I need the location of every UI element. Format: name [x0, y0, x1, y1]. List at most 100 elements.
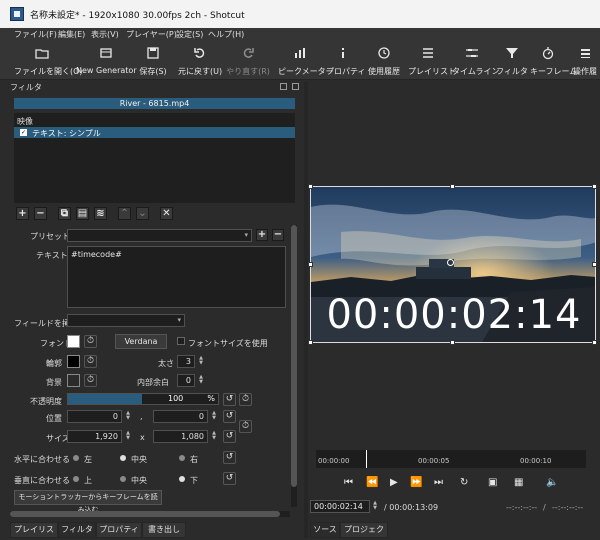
- zoom-icon[interactable]: ▣: [488, 477, 497, 488]
- tab-properties[interactable]: プロパティ: [96, 522, 142, 538]
- geometry-handle[interactable]: [308, 340, 313, 345]
- menu-player[interactable]: プレイヤー(P): [126, 29, 177, 40]
- geometry-handle[interactable]: [308, 262, 313, 267]
- undo-button[interactable]: 元に戻す(U): [178, 46, 222, 78]
- size-width-stepper-icon[interactable]: ▲ ▼: [124, 431, 132, 441]
- text-input[interactable]: #timecode#: [67, 246, 286, 308]
- grid-icon[interactable]: ▦: [514, 477, 523, 488]
- properties-button[interactable]: プロパティ: [326, 46, 366, 78]
- position-x-spinbox[interactable]: 0: [67, 410, 122, 423]
- outline-color-swatch[interactable]: [67, 355, 80, 368]
- move-up-button[interactable]: ⌃: [118, 207, 131, 220]
- use-font-size-checkbox[interactable]: [177, 337, 185, 345]
- size-height-stepper-icon[interactable]: ▲ ▼: [210, 431, 218, 441]
- valign-middle-radio[interactable]: [120, 476, 126, 482]
- keyframes-button[interactable]: キーフレーム: [530, 46, 577, 78]
- size-height-spinbox[interactable]: 1,080: [153, 430, 208, 443]
- save-button[interactable]: 保存(S): [138, 46, 168, 78]
- filter-horizontal-scrollbar[interactable]: [10, 511, 290, 517]
- opacity-reset-icon[interactable]: ↺: [223, 393, 236, 406]
- close-icon[interactable]: [292, 83, 299, 90]
- add-filter-button[interactable]: +: [16, 207, 29, 220]
- loop-icon[interactable]: ↻: [460, 477, 468, 488]
- opacity-slider[interactable]: 100 %: [67, 393, 219, 405]
- redo-button[interactable]: やり直す(R): [226, 46, 270, 78]
- halign-reset-icon[interactable]: ↺: [223, 451, 236, 464]
- geometry-handle[interactable]: [450, 340, 455, 345]
- halign-right-radio[interactable]: [179, 455, 185, 461]
- save-filter-set-button[interactable]: ≋: [94, 207, 107, 220]
- geometry-center-handle[interactable]: [447, 259, 454, 266]
- deselect-filter-button[interactable]: ✕: [160, 207, 173, 220]
- load-tracker-keyframes-button[interactable]: モーショントラッカーからキーフレームを読み込む: [14, 490, 162, 514]
- fast-forward-icon[interactable]: ⏩: [410, 477, 422, 488]
- menu-file[interactable]: ファイル(F): [14, 29, 57, 40]
- thickness-spinbox[interactable]: 3: [177, 355, 195, 368]
- delete-preset-button[interactable]: −: [272, 229, 284, 241]
- play-icon[interactable]: ▶: [390, 477, 398, 488]
- halign-center-radio[interactable]: [120, 455, 126, 461]
- skip-next-icon[interactable]: ⏭: [434, 477, 443, 488]
- new-generator-button[interactable]: New Generator: [76, 46, 137, 78]
- timeline-ruler[interactable]: 00:00:00 00:00:05 00:00:10: [316, 450, 586, 468]
- open-file-button[interactable]: ファイルを開く(O): [14, 46, 83, 78]
- font-color-swatch[interactable]: [67, 335, 80, 348]
- tab-export[interactable]: 書き出し: [142, 522, 186, 538]
- font-keyframe-stopwatch-icon[interactable]: ⏱: [84, 335, 97, 348]
- float-icon[interactable]: [280, 83, 287, 90]
- save-preset-button[interactable]: +: [256, 229, 268, 241]
- horizontal-scrollbar-thumb[interactable]: [10, 511, 280, 517]
- recent-button[interactable]: 使用履歴: [364, 46, 404, 78]
- halign-left-radio[interactable]: [73, 455, 79, 461]
- menu-view[interactable]: 表示(V): [91, 29, 119, 40]
- geometry-keyframe-stopwatch-icon[interactable]: ⏱: [239, 420, 252, 433]
- tab-project[interactable]: プロジェクト: [340, 522, 388, 540]
- preset-combo[interactable]: ▾: [67, 229, 252, 242]
- history-button[interactable]: 操作履: [570, 46, 600, 78]
- position-x-stepper-icon[interactable]: ▲ ▼: [124, 411, 132, 421]
- current-time-field[interactable]: 00:00:02:14: [310, 500, 370, 513]
- font-button[interactable]: Verdana: [115, 334, 167, 349]
- filter-vertical-scrollbar[interactable]: [291, 225, 297, 507]
- remove-filter-button[interactable]: −: [34, 207, 47, 220]
- geometry-handle[interactable]: [308, 184, 313, 189]
- tab-source[interactable]: ソース: [310, 522, 340, 538]
- background-color-swatch[interactable]: [67, 374, 80, 387]
- menu-help[interactable]: ヘルプ(H): [208, 29, 244, 40]
- background-keyframe-stopwatch-icon[interactable]: ⏱: [84, 374, 97, 387]
- volume-icon[interactable]: 🔈: [546, 477, 558, 488]
- geometry-handle[interactable]: [592, 184, 597, 189]
- playlist-button[interactable]: プレイリスト: [408, 46, 456, 78]
- outline-keyframe-stopwatch-icon[interactable]: ⏱: [84, 355, 97, 368]
- geometry-handle[interactable]: [592, 262, 597, 267]
- size-width-spinbox[interactable]: 1,920: [67, 430, 122, 443]
- thickness-stepper-icon[interactable]: ▲ ▼: [197, 356, 205, 366]
- valign-reset-icon[interactable]: ↺: [223, 472, 236, 485]
- padding-stepper-icon[interactable]: ▲ ▼: [197, 375, 205, 385]
- filter-enabled-checkbox[interactable]: ✓: [20, 129, 27, 136]
- playhead[interactable]: [366, 450, 367, 468]
- peak-meter-button[interactable]: ピークメーター: [278, 46, 334, 78]
- size-reset-icon[interactable]: ↺: [223, 430, 236, 443]
- tab-filters[interactable]: フィルタ: [58, 522, 96, 538]
- filter-item-text-simple[interactable]: ✓ テキスト: シンプル: [14, 127, 295, 138]
- position-y-spinbox[interactable]: 0: [153, 410, 208, 423]
- menu-edit[interactable]: 編集(E): [58, 29, 85, 40]
- vertical-scrollbar-thumb[interactable]: [291, 225, 297, 487]
- padding-spinbox[interactable]: 0: [177, 374, 195, 387]
- valign-bottom-radio[interactable]: [179, 476, 185, 482]
- insert-field-combo[interactable]: ▾: [67, 314, 185, 327]
- rewind-icon[interactable]: ⏪: [366, 477, 378, 488]
- copy-filter-button[interactable]: ⧉: [58, 207, 71, 220]
- current-time-stepper-icon[interactable]: ▲ ▼: [371, 501, 379, 511]
- opacity-keyframe-stopwatch-icon[interactable]: ⏱: [239, 393, 252, 406]
- timeline-button[interactable]: タイムライン: [452, 46, 499, 78]
- filters-button[interactable]: フィルタ: [496, 46, 528, 78]
- move-down-button[interactable]: ⌄: [136, 207, 149, 220]
- menu-settings[interactable]: 設定(S): [176, 29, 203, 40]
- geometry-handle[interactable]: [450, 184, 455, 189]
- geometry-handle[interactable]: [592, 340, 597, 345]
- valign-top-radio[interactable]: [73, 476, 79, 482]
- filter-list[interactable]: 映像 ✓ テキスト: シンプル: [14, 113, 295, 203]
- tab-playlist[interactable]: プレイリスト: [10, 522, 58, 540]
